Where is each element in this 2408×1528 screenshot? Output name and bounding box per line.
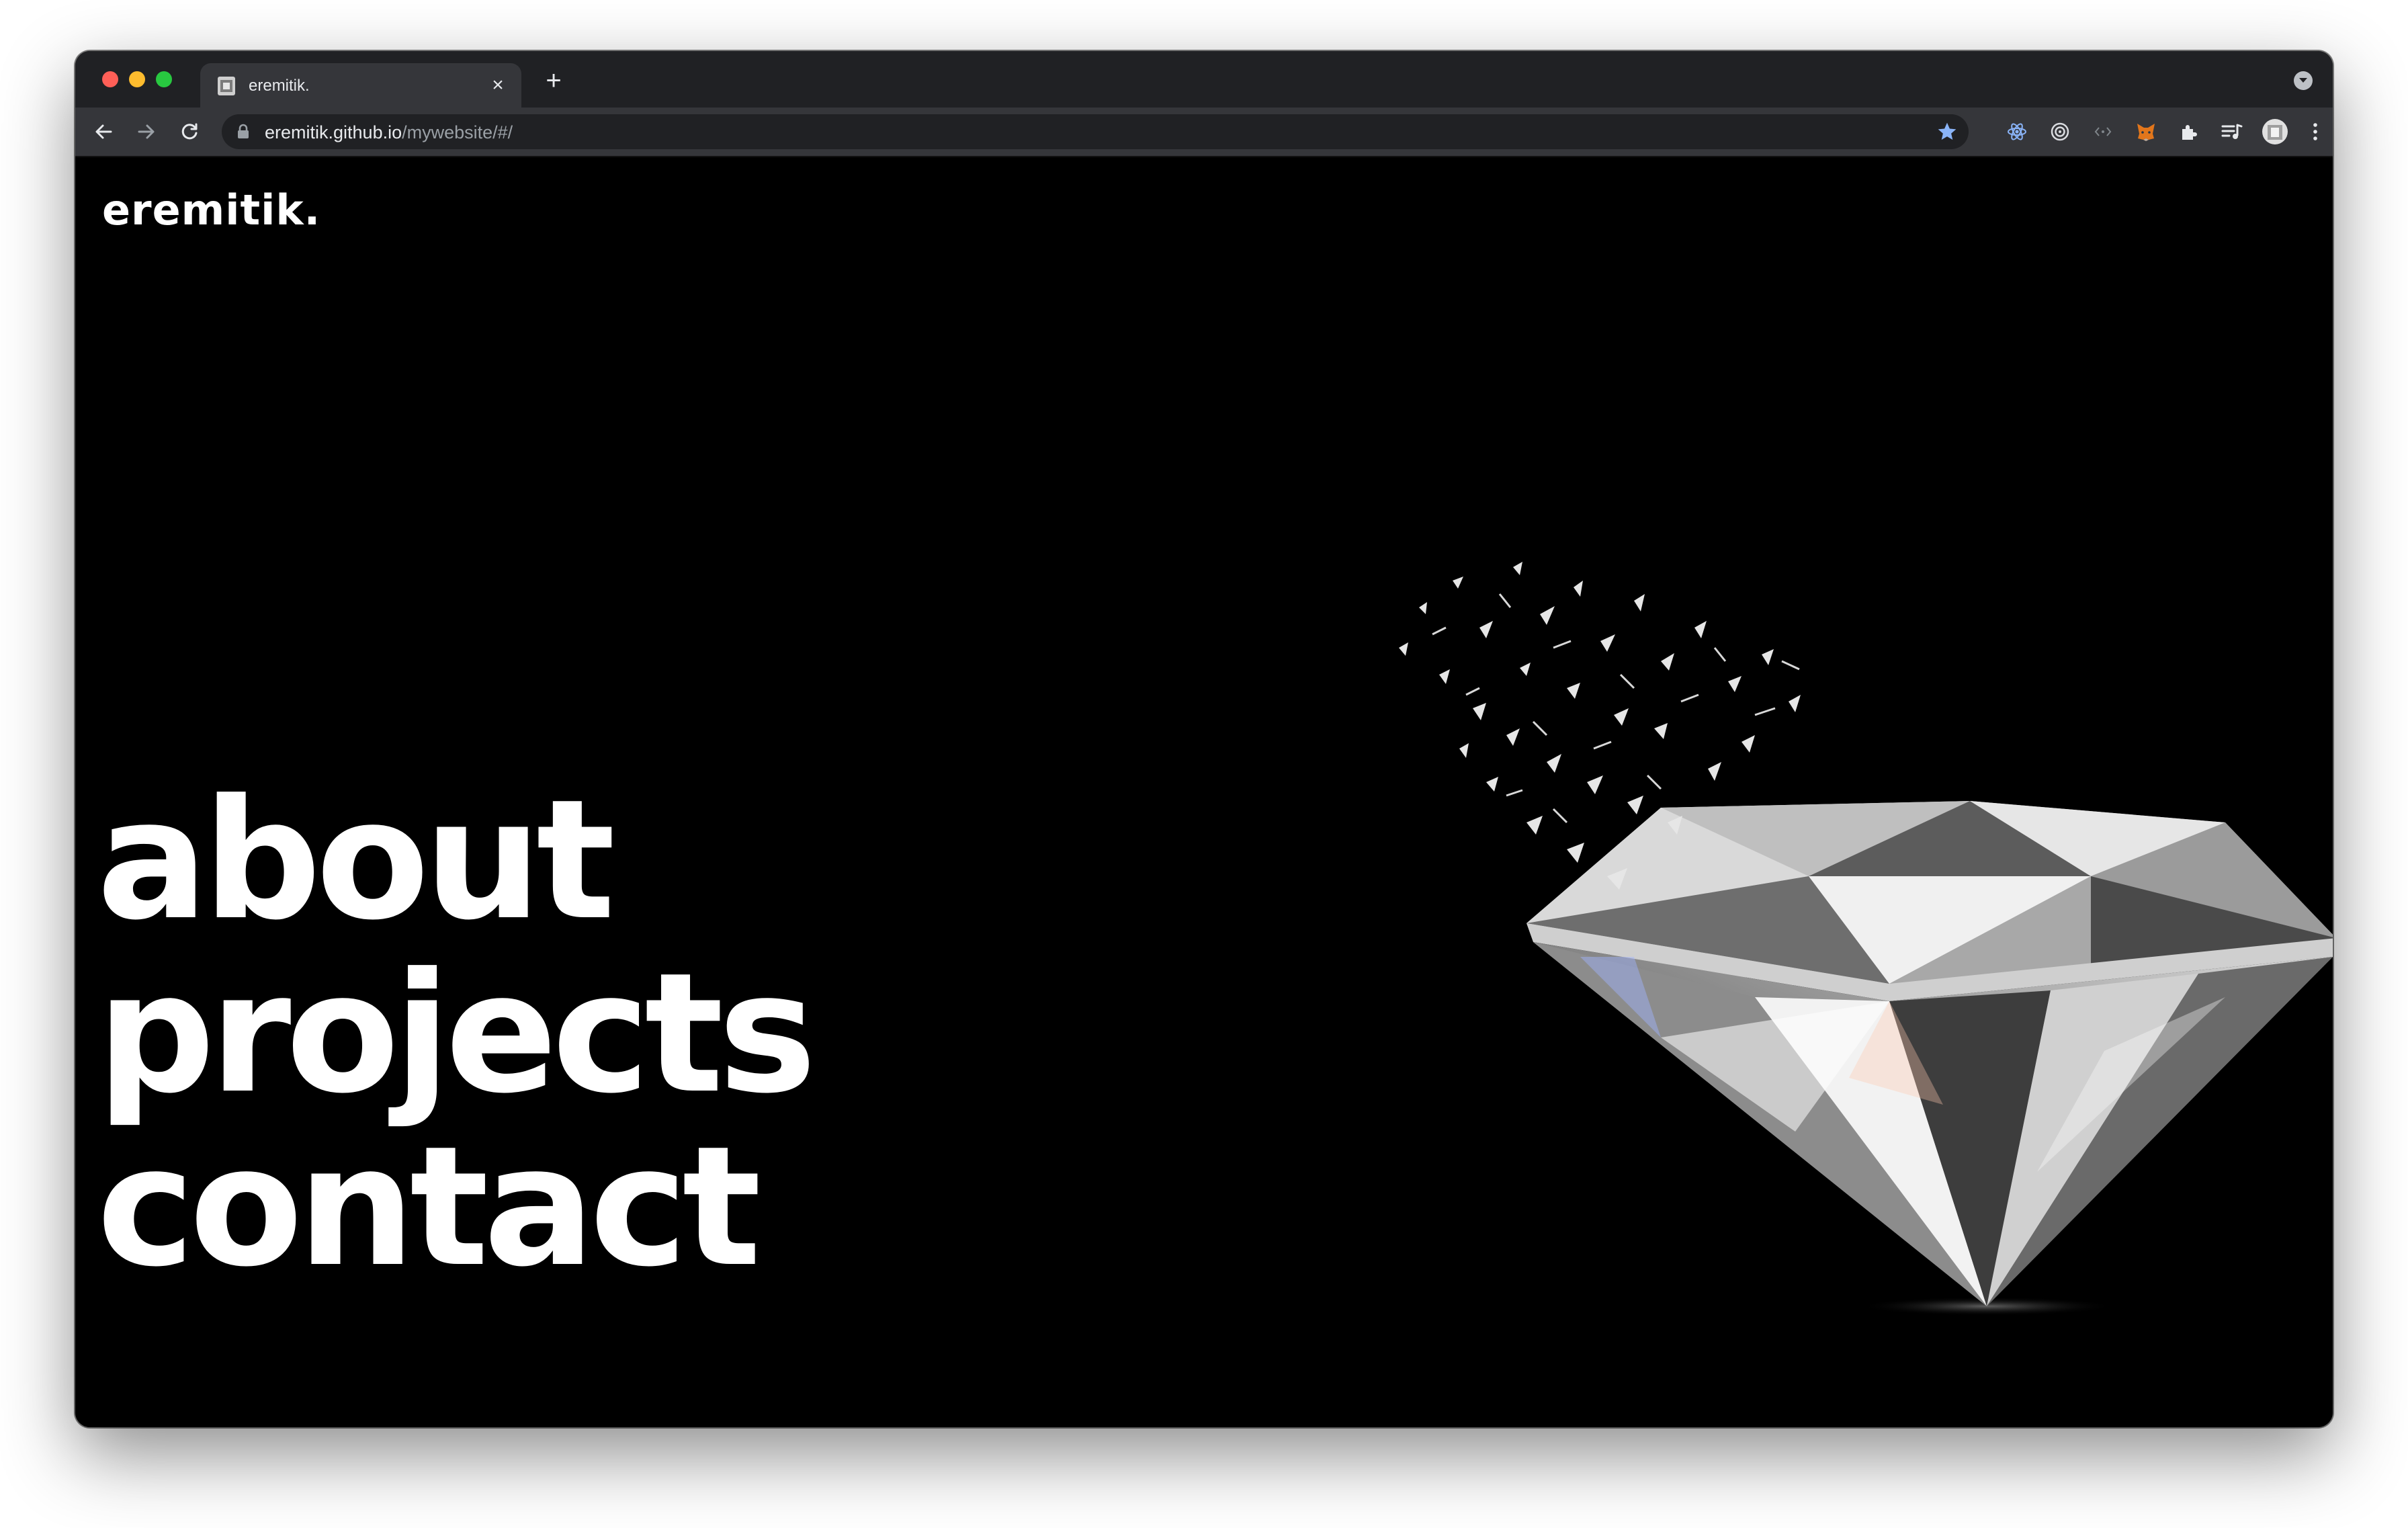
- main-nav: about projects contact: [97, 774, 816, 1294]
- browser-tab[interactable]: eremitik. ×: [200, 63, 521, 108]
- shattering-diamond-image: [1399, 562, 2333, 1316]
- more-menu-icon[interactable]: [2300, 117, 2330, 146]
- minimize-window-button[interactable]: [129, 71, 145, 87]
- browser-toolbar: eremitik.github.io/mywebsite/#/: [75, 108, 2333, 157]
- close-window-button[interactable]: [102, 71, 118, 87]
- bookmark-star-icon[interactable]: [1936, 121, 1958, 142]
- tab-title: eremitik.: [249, 77, 310, 95]
- forward-icon[interactable]: [132, 117, 161, 146]
- maximize-window-button[interactable]: [156, 71, 172, 87]
- profile-avatar[interactable]: [2260, 117, 2290, 146]
- tab-search-icon[interactable]: [2294, 71, 2313, 90]
- address-bar[interactable]: eremitik.github.io/mywebsite/#/: [222, 114, 1969, 149]
- nav-link-about[interactable]: about: [97, 774, 811, 947]
- react-devtools-icon[interactable]: [2002, 117, 2032, 146]
- nav-link-projects[interactable]: projects: [97, 947, 816, 1121]
- url-path: /mywebsite/#/: [402, 122, 513, 142]
- nav-link-contact[interactable]: contact: [97, 1121, 811, 1294]
- new-tab-button[interactable]: +: [539, 66, 568, 95]
- site-logo[interactable]: eremitik.: [102, 185, 320, 235]
- url-host: eremitik.github.io: [265, 122, 402, 142]
- tab-close-icon[interactable]: ×: [486, 74, 509, 97]
- tab-strip: eremitik. × +: [75, 51, 2333, 108]
- url-text[interactable]: eremitik.github.io/mywebsite/#/: [265, 122, 513, 142]
- metamask-fox-icon[interactable]: [2131, 117, 2161, 146]
- favicon-icon: [218, 77, 235, 95]
- reload-icon[interactable]: [175, 117, 204, 146]
- code-icon[interactable]: [2088, 117, 2118, 146]
- media-queue-icon[interactable]: [2217, 117, 2247, 146]
- web-page: eremitik. about projects contact: [75, 157, 2333, 1427]
- back-icon[interactable]: [89, 117, 118, 146]
- puzzle-extensions-icon[interactable]: [2174, 117, 2204, 146]
- lock-icon[interactable]: [236, 124, 250, 140]
- browser-window: eremitik. × + eremitik.github.io/mywebsi…: [75, 51, 2333, 1427]
- target-icon[interactable]: [2045, 117, 2075, 146]
